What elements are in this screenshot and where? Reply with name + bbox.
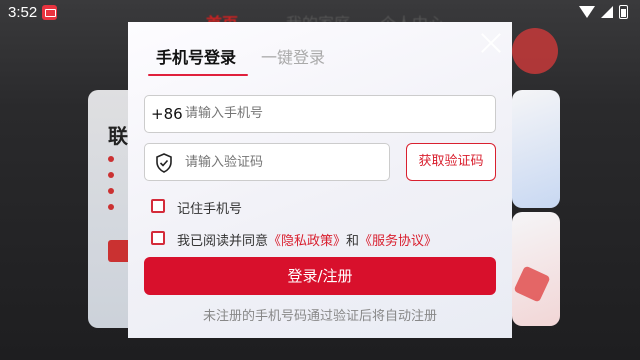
active-tab-indicator <box>148 74 248 76</box>
code-input[interactable] <box>183 154 377 171</box>
remember-label: 记住手机号 <box>177 202 243 217</box>
code-field[interactable] <box>144 143 390 181</box>
remember-checkbox[interactable] <box>151 199 165 213</box>
bg-card-right-top <box>512 90 560 208</box>
bg-decoration <box>512 28 558 74</box>
country-code[interactable]: +86 <box>151 105 183 123</box>
bg-card-right-bottom <box>512 212 560 326</box>
agreement-text: 我已阅读并同意《隐私政策》和《服务协议》 <box>177 230 437 249</box>
close-icon[interactable] <box>480 32 502 54</box>
get-code-button[interactable]: 获取验证码 <box>406 143 496 181</box>
wifi-icon <box>579 6 595 18</box>
agreement-checkbox[interactable] <box>151 231 165 245</box>
agreement-prefix: 我已阅读并同意 <box>177 234 269 249</box>
status-time: 3:52 <box>8 4 38 21</box>
shield-check-icon <box>156 153 172 173</box>
phone-input[interactable] <box>183 105 477 122</box>
tab-phone-login[interactable]: 手机号登录 <box>156 44 236 68</box>
signal-icon <box>601 6 613 18</box>
bg-card-bullets <box>108 156 116 220</box>
login-register-button[interactable]: 登录/注册 <box>144 257 496 295</box>
battery-icon <box>619 5 628 19</box>
phone-field[interactable]: +86 <box>144 95 496 133</box>
agreement-and: 和 <box>346 234 360 249</box>
notification-app-icon <box>42 5 57 20</box>
service-agreement-link[interactable]: 《服务协议》 <box>359 234 437 249</box>
auto-register-hint: 未注册的手机号码通过验证后将自动注册 <box>202 309 437 324</box>
login-dialog: 手机号登录 一键登录 +86 获取验证码 记住手机号 我已阅读并同意《隐私政策》… <box>128 22 512 338</box>
privacy-policy-link[interactable]: 《隐私政策》 <box>268 234 346 249</box>
tab-one-click-login[interactable]: 一键登录 <box>261 44 325 68</box>
bg-card-illustration <box>513 265 551 303</box>
bg-card-title: 联 <box>108 124 128 148</box>
